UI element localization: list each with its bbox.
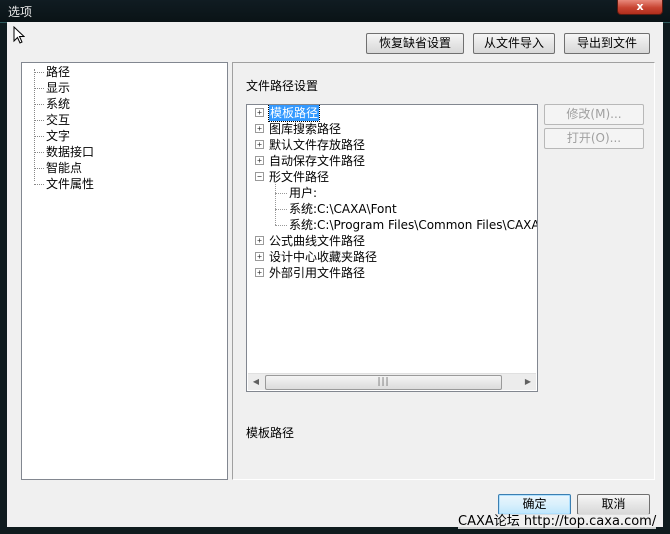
tree-child-path[interactable]: 系统:C:\Program Files\Common Files\CAXA Sh… <box>289 217 537 233</box>
close-button[interactable]: x <box>617 0 663 15</box>
tree-node-label: 外部引用文件路径 <box>269 266 366 280</box>
scroll-right-icon[interactable]: ▶ <box>520 374 536 390</box>
tree-node-label: 设计中心收藏夹路径 <box>269 250 378 264</box>
tree-child-path[interactable]: 系统:C:\CAXA\Font <box>289 201 397 217</box>
import-from-file-button[interactable]: 从文件导入 <box>473 33 555 54</box>
scroll-thumb[interactable]: ||| <box>265 375 502 390</box>
nav-tree-branch <box>34 72 44 74</box>
tree-node[interactable]: + 默认文件存放路径 <box>247 137 537 153</box>
mouse-cursor-icon <box>13 26 25 44</box>
nav-tree-branch <box>34 168 44 170</box>
nav-item[interactable]: 智能点 <box>46 160 82 176</box>
path-settings-panel: 文件路径设置 + 模板路径 + 图库搜索路径 + 默认文件存放路径 + 自动保存文件路径 − 形文… <box>232 62 655 480</box>
tree-child-path[interactable]: 用户: <box>289 185 317 201</box>
watermark-text: CAXA论坛 http://top.caxa.com/ <box>458 514 657 529</box>
open-button[interactable]: 打开(O)... <box>544 128 644 149</box>
nav-tree-branch <box>34 88 44 90</box>
nav-item[interactable]: 路径 <box>46 64 70 80</box>
path-tree[interactable]: + 模板路径 + 图库搜索路径 + 默认文件存放路径 + 自动保存文件路径 − 形文件路径 用户: 系… <box>246 104 538 392</box>
nav-item[interactable]: 数据接口 <box>46 144 94 160</box>
tree-branch-line <box>275 181 277 225</box>
expand-icon[interactable]: + <box>255 268 264 277</box>
tree-branch-line <box>275 225 287 227</box>
tree-node-label: 默认文件存放路径 <box>269 138 366 152</box>
horizontal-scrollbar[interactable]: ◀ ||| ▶ <box>248 373 536 390</box>
tree-node-label: 自动保存文件路径 <box>269 154 366 168</box>
tree-node-label: 模板路径 <box>267 105 321 122</box>
tree-node[interactable]: + 外部引用文件路径 <box>247 265 537 281</box>
dialog-client: 恢复缺省设置 从文件导入 导出到文件 路径 显示 系统 交互 文字 数据接口 智能点 文件属性… <box>7 22 663 527</box>
selected-path-label: 模板路径 <box>246 426 295 440</box>
nav-item[interactable]: 显示 <box>46 80 70 96</box>
tree-node-label: 形文件路径 <box>269 170 330 184</box>
nav-tree-branch <box>34 152 44 154</box>
expand-icon[interactable]: + <box>255 124 264 133</box>
forum-watermark: CAXA论坛 http://top.caxa.com/ <box>458 510 657 529</box>
scroll-left-icon[interactable]: ◀ <box>248 374 264 390</box>
restore-defaults-button[interactable]: 恢复缺省设置 <box>366 33 464 54</box>
tree-node[interactable]: − 形文件路径 <box>247 169 537 185</box>
expand-icon[interactable]: + <box>255 140 264 149</box>
expand-icon[interactable]: + <box>255 156 264 165</box>
tree-node-label: 公式曲线文件路径 <box>269 234 366 248</box>
tree-node[interactable]: + 公式曲线文件路径 <box>247 233 537 249</box>
expand-icon[interactable]: + <box>255 252 264 261</box>
nav-item[interactable]: 系统 <box>46 96 70 112</box>
nav-tree-line <box>34 69 36 181</box>
nav-item[interactable]: 文件属性 <box>46 176 94 192</box>
tree-node-label: 图库搜索路径 <box>269 122 342 136</box>
nav-tree-branch <box>34 136 44 138</box>
category-tree[interactable]: 路径 显示 系统 交互 文字 数据接口 智能点 文件属性 <box>21 62 228 480</box>
window-title: 选项 <box>8 5 33 19</box>
nav-tree-branch <box>34 120 44 122</box>
nav-tree-branch <box>34 184 44 186</box>
nav-item[interactable]: 文字 <box>46 128 70 144</box>
tree-node[interactable]: + 模板路径 <box>247 105 537 122</box>
expand-icon[interactable]: + <box>255 108 264 117</box>
title-bar: 选项 x <box>0 0 670 23</box>
nav-item[interactable]: 交互 <box>46 112 70 128</box>
section-title: 文件路径设置 <box>246 79 319 93</box>
tree-node[interactable]: + 设计中心收藏夹路径 <box>247 249 537 265</box>
expand-icon[interactable]: + <box>255 236 264 245</box>
nav-tree-branch <box>34 104 44 106</box>
tree-node[interactable]: + 图库搜索路径 <box>247 121 537 137</box>
collapse-icon[interactable]: − <box>255 172 264 181</box>
tree-node[interactable]: + 自动保存文件路径 <box>247 153 537 169</box>
export-to-file-button[interactable]: 导出到文件 <box>564 33 650 54</box>
modify-button[interactable]: 修改(M)... <box>544 104 644 125</box>
